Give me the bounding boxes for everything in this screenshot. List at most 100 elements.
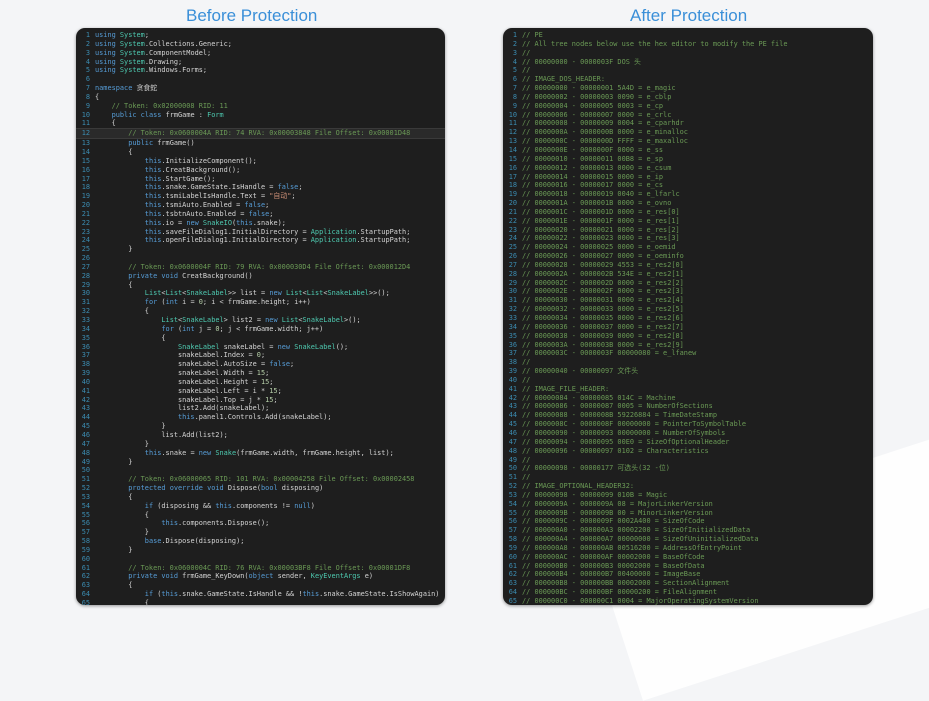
code-text: // 000000A8 - 000000AB 00516200 = Addres…: [522, 543, 742, 552]
line-number: 2: [512, 39, 517, 48]
line-number: 16: [81, 165, 90, 174]
code-text: {: [95, 92, 100, 101]
line-number: 34: [508, 322, 517, 331]
code-line: 35 // 00000038 - 00000039 0000 = e_res2[8…: [503, 332, 873, 341]
code-line: 61 // Token: 0x0600004C RID: 76 RVA: 0x0…: [76, 564, 445, 573]
code-text: // 0000009C - 0000009F 0002A400 = SizeOf…: [522, 517, 705, 526]
line-number: 35: [508, 331, 517, 340]
code-text: list2.Add(snakeLabel);: [95, 404, 270, 413]
code-text: if (disposing && this.components != null…: [144, 501, 315, 510]
code-line: 63 {: [76, 581, 445, 590]
before-code-listing: 1 using System; 2 using System.Collections.…: [76, 31, 445, 605]
code-text: // 0000001A - 0000001B 0000 = e_ovno: [522, 199, 672, 208]
code-text: // 00000020 - 00000021 0000 = e_res[2]: [522, 225, 680, 234]
code-line: 48 // 00000096 - 00000097 0102 = Characte…: [503, 447, 873, 456]
line-number: 44: [81, 413, 90, 422]
code-text: {: [95, 280, 133, 289]
line-number: 4: [512, 57, 517, 66]
line-number: 61: [81, 563, 90, 572]
line-number: 56: [81, 519, 90, 528]
code-text: // 00000000 - 00000001 5A4D = e_magic: [522, 84, 676, 93]
code-text: // 0000002A - 0000002B 534E = e_res2[1]: [522, 269, 684, 278]
code-line: 40 //: [503, 376, 873, 385]
code-line: 11 {: [76, 119, 445, 128]
line-number: 18: [508, 181, 517, 190]
code-line: 51 //: [503, 473, 873, 482]
code-text: // 00000012 - 00000013 0000 = e_csum: [522, 163, 672, 172]
code-text: {: [95, 599, 149, 605]
code-line: 38 snakeLabel.AutoSize = false;: [76, 360, 445, 369]
code-text: // 00000002 - 00000003 0090 = e_cblp: [522, 92, 672, 101]
line-number: 6: [512, 75, 517, 84]
code-line: 9 // 00000004 - 00000005 0003 = e_cp: [503, 102, 873, 111]
line-number: 40: [508, 375, 517, 384]
line-number: 33: [81, 316, 90, 324]
line-number: 54: [81, 501, 90, 510]
line-number: 61: [508, 561, 517, 570]
code-line: 27 // Token: 0x0600004F RID: 79 RVA: 0x0…: [76, 263, 445, 272]
line-number: 27: [81, 262, 90, 271]
code-text: // 00000028 - 00000029 4553 = e_res2[0]: [522, 260, 684, 269]
line-number: 3: [512, 48, 517, 57]
code-text: // 0000000C - 0000000D FFFF = e_maxalloc: [522, 137, 688, 146]
code-text: {: [95, 333, 166, 342]
line-number: 65: [508, 597, 517, 605]
code-line: 51 // Token: 0x06000065 RID: 101 RVA: 0x…: [76, 475, 445, 484]
code-text: this.snake.GameState.IsHandle = false;: [144, 183, 303, 192]
line-number: 62: [81, 572, 90, 581]
code-line: 34 // 00000036 - 00000037 0000 = e_res2[7…: [503, 323, 873, 332]
code-line: 56 this.components.Dispose();: [76, 519, 445, 528]
code-line: 35 {: [76, 334, 445, 343]
code-line: 25 }: [76, 245, 445, 254]
code-text: this.tsbtnAuto.Enabled = false;: [144, 209, 274, 218]
code-text: protected override void Dispose(bool dis…: [128, 484, 324, 493]
code-line: 45 // 0000008C - 0000008F 00000000 = Poin…: [503, 420, 873, 429]
code-text: // 00000004 - 00000005 0003 = e_cp: [522, 101, 664, 110]
code-line: 8 // 00000002 - 00000003 0090 = e_cblp: [503, 93, 873, 102]
code-text: // 000000B0 - 000000B3 00002000 = BaseOf…: [522, 561, 705, 570]
code-line: 46 // 00000090 - 00000093 00000000 = Numb…: [503, 429, 873, 438]
code-text: for (int j = 0; j < frmGame.width; j++): [161, 324, 324, 333]
line-number: 60: [508, 552, 517, 561]
code-line: 53 // 00000098 - 00000099 010B = Magic: [503, 491, 873, 500]
code-line: 39 // 00000040 - 00000097 文件头: [503, 367, 873, 376]
code-text: // 0000002C - 0000002D 0000 = e_res2[2]: [522, 278, 684, 287]
code-text: // 000000B4 - 000000B7 00400000 = ImageB…: [522, 570, 701, 579]
code-line: 29 // 0000002C - 0000002D 0000 = e_res2[2…: [503, 279, 873, 288]
line-number: 26: [508, 252, 517, 261]
code-line: 3 //: [503, 49, 873, 58]
code-text: //: [522, 375, 531, 384]
code-line: 5 using System.Windows.Forms;: [76, 66, 445, 75]
code-text: // IMAGE_DOS_HEADER:: [522, 75, 605, 84]
code-line: 50: [76, 466, 445, 475]
code-text: // 00000084 - 00000085 014C = Machine: [522, 393, 676, 402]
line-number: 29: [81, 280, 90, 289]
code-line: 54 if (disposing && this.components != n…: [76, 502, 445, 511]
after-code-panel[interactable]: 1 // PE 2 // All tree nodes below use the h…: [503, 28, 873, 605]
line-number: 16: [508, 163, 517, 172]
line-number: 55: [508, 508, 517, 517]
code-line: 7 namespace 贪食蛇: [76, 84, 445, 93]
line-number: 51: [508, 473, 517, 482]
code-line: 65 {: [76, 599, 445, 605]
line-number: 35: [81, 333, 90, 342]
code-text: // 00000040 - 00000097 文件头: [522, 367, 639, 376]
before-code-panel[interactable]: 1 using System; 2 using System.Collections.…: [76, 28, 445, 605]
code-text: // Token: 0x0600004F RID: 79 RVA: 0x0000…: [95, 262, 411, 271]
code-text: //: [522, 358, 531, 367]
line-number: 37: [508, 349, 517, 358]
code-text: }: [95, 245, 133, 254]
code-text: // 00000098 - 00000099 010B = Magic: [522, 490, 668, 499]
code-line: 21 this.tsbtnAuto.Enabled = false;: [76, 210, 445, 219]
code-text: this.StartGame();: [144, 174, 216, 183]
line-number: 63: [81, 581, 90, 590]
code-text: // 0000002E - 0000002F 0000 = e_res2[3]: [522, 287, 684, 296]
code-text: this.snake = new Snake(frmGame.width, fr…: [144, 448, 394, 457]
code-text: // 00000038 - 00000039 0000 = e_res2[8]: [522, 331, 684, 340]
line-number: 8: [512, 92, 517, 101]
code-text: // All tree nodes below use the hex edit…: [522, 39, 788, 48]
code-text: {: [95, 510, 149, 519]
code-text: this.saveFileDialog1.InitialDirectory = …: [144, 227, 411, 236]
code-line: 42 snakeLabel.Top = j * 15;: [76, 396, 445, 405]
code-line: 17 // 00000014 - 00000015 0000 = e_ip: [503, 173, 873, 182]
